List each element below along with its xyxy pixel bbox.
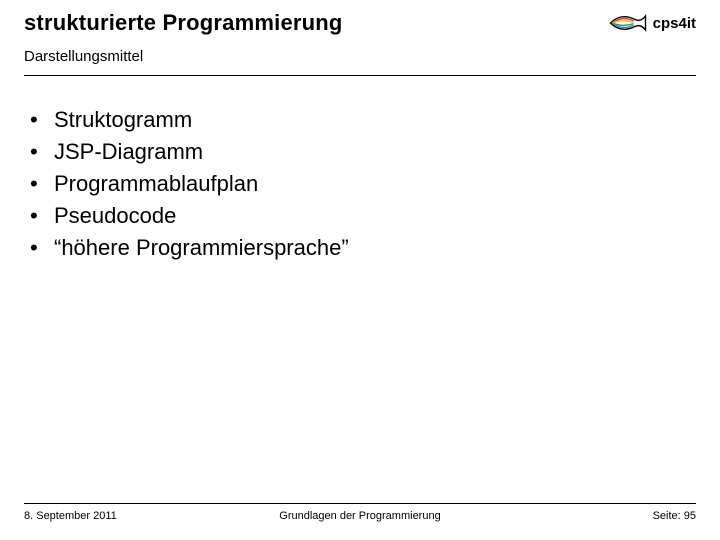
bullet-dot: • bbox=[30, 104, 54, 136]
logo-text: cps4it bbox=[653, 15, 696, 32]
slide: strukturierte Programmierung cps4it Dars… bbox=[0, 0, 720, 540]
bullet-dot: • bbox=[30, 168, 54, 200]
footer-center: Grundlagen der Programmierung bbox=[24, 510, 696, 522]
footer: 8. September 2011 Grundlagen der Program… bbox=[24, 503, 696, 522]
bullet-dot: • bbox=[30, 136, 54, 168]
bullet-dot: • bbox=[30, 232, 54, 264]
list-item: •Programmablaufplan bbox=[30, 168, 696, 200]
slide-title: strukturierte Programmierung bbox=[24, 10, 343, 36]
bullet-dot: • bbox=[30, 200, 54, 232]
list-item: •JSP-Diagramm bbox=[30, 136, 696, 168]
list-item: •Struktogramm bbox=[30, 104, 696, 136]
list-item-text: Programmablaufplan bbox=[54, 168, 258, 200]
header: strukturierte Programmierung cps4it bbox=[24, 10, 696, 36]
fish-icon bbox=[607, 12, 649, 34]
content-area: •Struktogramm •JSP-Diagramm •Programmabl… bbox=[24, 76, 696, 263]
slide-subtitle: Darstellungsmittel bbox=[24, 48, 696, 65]
list-item: •Pseudocode bbox=[30, 200, 696, 232]
list-item: •“höhere Programmiersprache” bbox=[30, 232, 696, 264]
list-item-text: Pseudocode bbox=[54, 200, 176, 232]
list-item-text: JSP-Diagramm bbox=[54, 136, 203, 168]
footer-row: 8. September 2011 Grundlagen der Program… bbox=[24, 510, 696, 522]
list-item-text: “höhere Programmiersprache” bbox=[54, 232, 349, 264]
list-item-text: Struktogramm bbox=[54, 104, 192, 136]
divider-bottom bbox=[24, 503, 696, 504]
logo: cps4it bbox=[607, 10, 696, 34]
bullet-list: •Struktogramm •JSP-Diagramm •Programmabl… bbox=[30, 104, 696, 263]
